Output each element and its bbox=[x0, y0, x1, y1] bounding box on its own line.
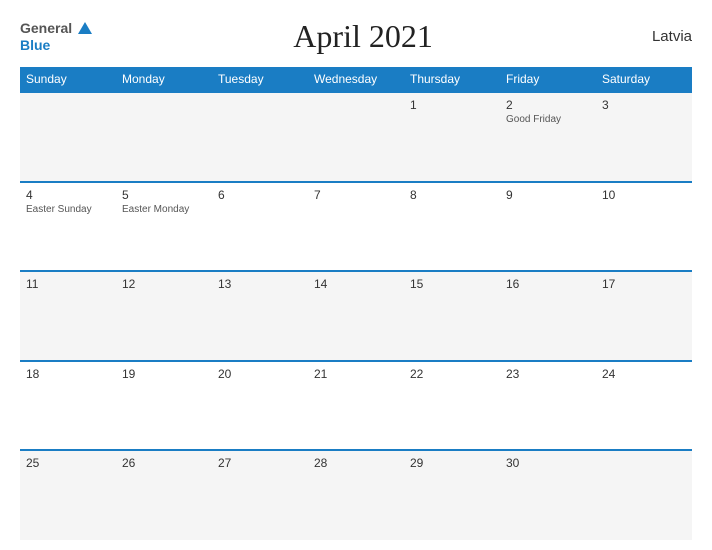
day-event: Good Friday bbox=[506, 114, 590, 125]
calendar-cell: 19 bbox=[116, 361, 212, 451]
header-monday: Monday bbox=[116, 67, 212, 92]
day-number: 9 bbox=[506, 188, 590, 202]
calendar-week-row: 25 26 27 28 29 30 bbox=[20, 450, 692, 540]
calendar-cell: 10 bbox=[596, 182, 692, 272]
day-number: 2 bbox=[506, 98, 590, 112]
calendar-cell: 13 bbox=[212, 271, 308, 361]
calendar-cell: 22 bbox=[404, 361, 500, 451]
day-number: 14 bbox=[314, 277, 398, 291]
country-label: Latvia bbox=[632, 28, 692, 45]
calendar-cell: 21 bbox=[308, 361, 404, 451]
header-sunday: Sunday bbox=[20, 67, 116, 92]
calendar-wrapper: General Blue April 2021 Latvia Sunday Mo… bbox=[0, 0, 712, 550]
calendar-cell: 27 bbox=[212, 450, 308, 540]
calendar-cell: 15 bbox=[404, 271, 500, 361]
day-number: 7 bbox=[314, 188, 398, 202]
calendar-cell bbox=[212, 92, 308, 182]
day-event: Easter Sunday bbox=[26, 204, 110, 215]
weekday-header-row: Sunday Monday Tuesday Wednesday Thursday… bbox=[20, 67, 692, 92]
day-number: 24 bbox=[602, 367, 686, 381]
day-number: 11 bbox=[26, 277, 110, 291]
calendar-week-row: 4 Easter Sunday 5 Easter Monday 6789 10 bbox=[20, 182, 692, 272]
header-saturday: Saturday bbox=[596, 67, 692, 92]
day-number: 27 bbox=[218, 456, 302, 470]
calendar-cell: 1 bbox=[404, 92, 500, 182]
calendar-cell: 7 bbox=[308, 182, 404, 272]
calendar-cell: 2 Good Friday bbox=[500, 92, 596, 182]
calendar-cell: 9 bbox=[500, 182, 596, 272]
day-number: 15 bbox=[410, 277, 494, 291]
header-wednesday: Wednesday bbox=[308, 67, 404, 92]
day-event: Easter Monday bbox=[122, 204, 206, 215]
day-number: 13 bbox=[218, 277, 302, 291]
day-number: 6 bbox=[218, 188, 302, 202]
day-number: 4 bbox=[26, 188, 110, 202]
day-number: 20 bbox=[218, 367, 302, 381]
calendar-cell: 25 bbox=[20, 450, 116, 540]
calendar-cell: 29 bbox=[404, 450, 500, 540]
day-number: 8 bbox=[410, 188, 494, 202]
logo-text-blue: Blue bbox=[20, 38, 94, 53]
day-number: 21 bbox=[314, 367, 398, 381]
day-number: 26 bbox=[122, 456, 206, 470]
calendar-cell: 4 Easter Sunday bbox=[20, 182, 116, 272]
calendar-cell: 30 bbox=[500, 450, 596, 540]
day-number: 28 bbox=[314, 456, 398, 470]
day-number: 18 bbox=[26, 367, 110, 381]
logo: General Blue bbox=[20, 20, 94, 53]
day-number: 5 bbox=[122, 188, 206, 202]
calendar-cell bbox=[116, 92, 212, 182]
logo-icon bbox=[76, 20, 94, 38]
calendar-cell bbox=[20, 92, 116, 182]
calendar-cell: 20 bbox=[212, 361, 308, 451]
header-tuesday: Tuesday bbox=[212, 67, 308, 92]
day-number: 25 bbox=[26, 456, 110, 470]
calendar-cell: 24 bbox=[596, 361, 692, 451]
calendar-week-row: 12 Good Friday 3 bbox=[20, 92, 692, 182]
month-title: April 2021 bbox=[94, 18, 632, 55]
day-number: 19 bbox=[122, 367, 206, 381]
calendar-cell: 8 bbox=[404, 182, 500, 272]
calendar-week-row: 18 19 20 21 22 23 24 bbox=[20, 361, 692, 451]
day-number: 30 bbox=[506, 456, 590, 470]
day-number: 3 bbox=[602, 98, 686, 112]
day-number: 29 bbox=[410, 456, 494, 470]
calendar-cell: 23 bbox=[500, 361, 596, 451]
day-number: 22 bbox=[410, 367, 494, 381]
calendar-cell: 17 bbox=[596, 271, 692, 361]
day-number: 16 bbox=[506, 277, 590, 291]
calendar-cell: 6 bbox=[212, 182, 308, 272]
calendar-cell bbox=[308, 92, 404, 182]
calendar-table: Sunday Monday Tuesday Wednesday Thursday… bbox=[20, 67, 692, 540]
header-friday: Friday bbox=[500, 67, 596, 92]
calendar-week-row: 11 12 13 14 15 16 17 bbox=[20, 271, 692, 361]
header: General Blue April 2021 Latvia bbox=[20, 18, 692, 55]
day-number: 1 bbox=[410, 98, 494, 112]
calendar-cell: 18 bbox=[20, 361, 116, 451]
day-number: 23 bbox=[506, 367, 590, 381]
day-number: 17 bbox=[602, 277, 686, 291]
calendar-cell: 26 bbox=[116, 450, 212, 540]
calendar-cell: 5 Easter Monday bbox=[116, 182, 212, 272]
logo-text-general: General bbox=[20, 21, 72, 36]
calendar-cell: 12 bbox=[116, 271, 212, 361]
calendar-cell: 14 bbox=[308, 271, 404, 361]
day-number: 12 bbox=[122, 277, 206, 291]
calendar-cell: 16 bbox=[500, 271, 596, 361]
calendar-cell: 28 bbox=[308, 450, 404, 540]
calendar-cell: 3 bbox=[596, 92, 692, 182]
calendar-cell: 11 bbox=[20, 271, 116, 361]
header-thursday: Thursday bbox=[404, 67, 500, 92]
calendar-cell bbox=[596, 450, 692, 540]
day-number: 10 bbox=[602, 188, 686, 202]
